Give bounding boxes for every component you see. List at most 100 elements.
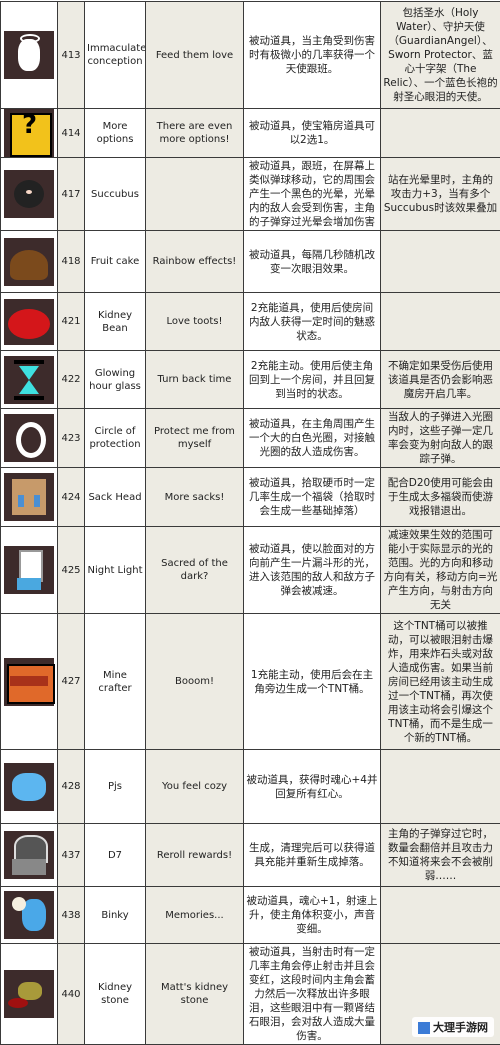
table-row: 428PjsYou feel cozy被动道具，获得时魂心+4并回复所有红心。 (1, 750, 500, 824)
item-description: 被动道具，使以脸面对的方向前产生一片漏斗形的光，进入该范围的敌人和敌方子弹会被减… (244, 527, 381, 614)
item-id: 437 (58, 824, 85, 887)
item-icon-cell: ? (1, 109, 58, 158)
item-note: 减速效果生效的范围可能小于实际显示的光的范围。光的方向和移动方向有关，移动方向=… (381, 527, 500, 614)
table-row: 413Immaculate conceptionFeed them love被动… (1, 2, 500, 109)
table-row: 438BinkyMemories...被动道具，魂心+1，射速上升，使主角体积变… (1, 887, 500, 944)
item-name: Mine crafter (85, 614, 146, 750)
table-row: 417Succubus 被动道具，跟班，在屏幕上类似弹球移动，它的周围会产生一个黑… (1, 158, 500, 231)
item-quote: Turn back time (146, 351, 244, 409)
item-name: Succubus (85, 158, 146, 231)
item-icon-cell (1, 468, 58, 527)
item-quote: More sacks! (146, 468, 244, 527)
item-quote: Sacred of the dark? (146, 527, 244, 614)
item-name: More options (85, 109, 146, 158)
item-quote: Booom! (146, 614, 244, 750)
item-quote: Protect me from myself (146, 409, 244, 468)
item-name: Immaculate conception (85, 2, 146, 109)
item-icon-cell (1, 2, 58, 109)
table-row: 421Kidney BeanLove toots!2充能道具，使用后使房间内敌人… (1, 293, 500, 351)
item-icon-cell (1, 750, 58, 824)
fruit-cake-icon (4, 238, 54, 286)
item-description: 被动道具，获得时魂心+4并回复所有红心。 (244, 750, 381, 824)
item-note (381, 293, 500, 351)
item-id: 414 (58, 109, 85, 158)
item-note: 配合D20使用可能会由于生成太多福袋而使游戏报错退出。 (381, 468, 500, 527)
table-row: 418Fruit cakeRainbow effects!被动道具，每隔几秒随机… (1, 231, 500, 293)
item-id: 427 (58, 614, 85, 750)
item-note: 不确定如果受伤后使用该道具是否仍会影响恶魔房开启几率。 (381, 351, 500, 409)
item-id: 422 (58, 351, 85, 409)
table-row: 423Circle of protectionProtect me from m… (1, 409, 500, 468)
item-id: 423 (58, 409, 85, 468)
item-quote: Reroll rewards! (146, 824, 244, 887)
kidney-stone-icon (4, 970, 54, 1018)
item-quote: Rainbow effects! (146, 231, 244, 293)
table-row: 437D7Reroll rewards!生成，清理完后可以获得道具充能并重新生成… (1, 824, 500, 887)
item-name: Sack Head (85, 468, 146, 527)
item-icon-cell (1, 158, 58, 231)
item-icon-cell (1, 231, 58, 293)
item-icon-cell (1, 293, 58, 351)
item-name: Binky (85, 887, 146, 944)
item-id: 413 (58, 2, 85, 109)
item-note (381, 109, 500, 158)
item-description: 被动道具，拾取硬币时一定几率生成一个福袋（拾取时会生成一些基础掉落） (244, 468, 381, 527)
item-icon-cell (1, 824, 58, 887)
item-note (381, 231, 500, 293)
item-description: 被动道具，在主角周围产生一个大的白色光圈，对接触光圈的敌人造成伤害。 (244, 409, 381, 468)
item-icon-cell (1, 409, 58, 468)
item-description: 2充能道具，使用后使房间内敌人获得一定时间的魅惑状态。 (244, 293, 381, 351)
item-icon-cell (1, 887, 58, 944)
table-row: 425Night LightSacred of the dark?被动道具，使以… (1, 527, 500, 614)
item-id: 438 (58, 887, 85, 944)
item-description: 被动道具，跟班，在屏幕上类似弹球移动，它的周围会产生一个黑色的光晕，光晕内的敌人… (244, 158, 381, 231)
item-quote (146, 158, 244, 231)
night-light-icon (4, 546, 54, 594)
item-quote: Feed them love (146, 2, 244, 109)
item-description: 被动道具，当射击时有一定几率主角会停止射击并且会变红，这段时间内主角会蓄力然后一… (244, 944, 381, 1045)
item-id: 428 (58, 750, 85, 824)
table-row: 424Sack HeadMore sacks!被动道具，拾取硬币时一定几率生成一… (1, 468, 500, 527)
item-id: 424 (58, 468, 85, 527)
ring-icon (4, 414, 54, 462)
item-name: Kidney stone (85, 944, 146, 1045)
item-quote: Love toots! (146, 293, 244, 351)
table-row: 427Mine crafterBooom!1充能主动，使用后会在主角旁边生成一个… (1, 614, 500, 750)
item-description: 被动道具，魂心+1，射速上升，使主角体积变小，声音变细。 (244, 887, 381, 944)
item-id: 421 (58, 293, 85, 351)
succubus-icon (4, 170, 54, 218)
item-icon-cell (1, 351, 58, 409)
table-row: 422Glowing hour glassTurn back time2充能主动… (1, 351, 500, 409)
item-name: Circle of protection (85, 409, 146, 468)
kidney-bean-icon (4, 299, 54, 345)
item-quote: You feel cozy (146, 750, 244, 824)
item-description: 生成，清理完后可以获得道具充能并重新生成掉落。 (244, 824, 381, 887)
item-id: 425 (58, 527, 85, 614)
item-note (381, 887, 500, 944)
item-description: 被动道具，使宝箱房道具可以2选1。 (244, 109, 381, 158)
table-row: ?414More optionsThere are even more opti… (1, 109, 500, 158)
question-block-icon: ? (4, 109, 54, 157)
angel-baby-icon (4, 31, 54, 79)
item-description: 被动道具，当主角受到伤害时有极微小的几率获得一个天使跟班。 (244, 2, 381, 109)
sack-head-icon (4, 473, 54, 521)
item-description: 2充能主动。使用后使主角回到上一个房间，并且回复到当时的状态。 (244, 351, 381, 409)
logo-mark-icon (418, 1022, 430, 1034)
item-name: D7 (85, 824, 146, 887)
item-quote: There are even more options! (146, 109, 244, 158)
item-name: Glowing hour glass (85, 351, 146, 409)
item-note: 这个TNT桶可以被推动，可以被眼泪射击爆炸，用来炸石头或对敌人造成伤害。如果当前… (381, 614, 500, 750)
item-icon-cell (1, 527, 58, 614)
item-id: 440 (58, 944, 85, 1045)
item-id: 418 (58, 231, 85, 293)
pajamas-icon (4, 763, 54, 811)
item-id: 417 (58, 158, 85, 231)
item-note: 当敌人的子弹进入光圈内时，这些子弹一定几率会变为射向敌人的跟踪子弹。 (381, 409, 500, 468)
item-icon-cell (1, 944, 58, 1045)
item-name: Fruit cake (85, 231, 146, 293)
item-quote: Memories... (146, 887, 244, 944)
logo-text: 大理手游网 (433, 1021, 488, 1034)
item-name: Night Light (85, 527, 146, 614)
item-description: 1充能主动，使用后会在主角旁边生成一个TNT桶。 (244, 614, 381, 750)
item-description: 被动道具，每隔几秒随机改变一次眼泪效果。 (244, 231, 381, 293)
